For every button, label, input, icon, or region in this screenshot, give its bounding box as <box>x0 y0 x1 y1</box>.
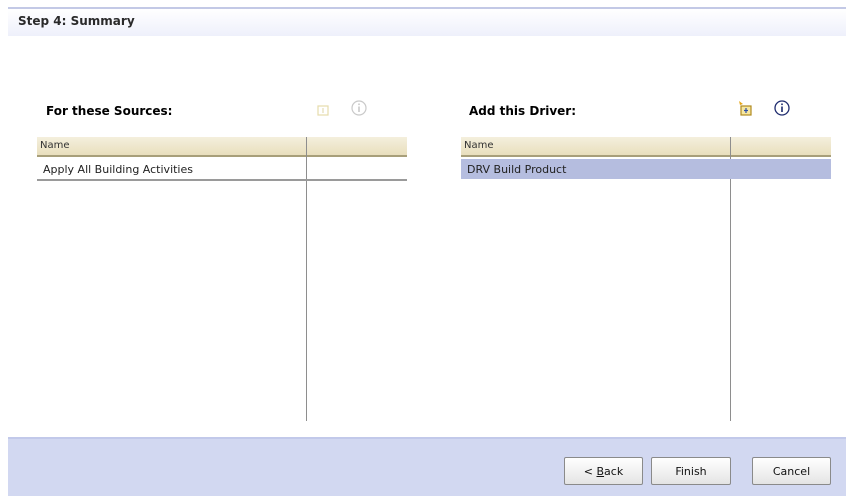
source-name-cell: Apply All Building Activities <box>43 163 193 176</box>
driver-title: Add this Driver: <box>469 104 577 118</box>
back-button[interactable]: < Back <box>564 457 643 485</box>
row-divider <box>37 179 407 181</box>
finish-button[interactable]: Finish <box>651 457 731 485</box>
info-icon <box>350 99 368 117</box>
driver-column-name[interactable]: Name <box>464 140 494 151</box>
step-header: Step 4: Summary <box>8 7 846 36</box>
column-divider <box>730 137 731 421</box>
sources-title: For these Sources: <box>46 104 173 118</box>
driver-grid: Name DRV Build Product <box>461 137 831 421</box>
back-button-prefix: < <box>583 464 597 478</box>
table-row[interactable]: DRV Build Product <box>461 159 831 179</box>
sources-column-name[interactable]: Name <box>40 140 70 151</box>
cancel-button[interactable]: Cancel <box>752 457 831 485</box>
footer-bar: < Back Finish Cancel <box>8 437 846 496</box>
back-button-mnemonic: B <box>596 464 605 478</box>
finish-button-label: Finish <box>675 464 707 478</box>
table-row[interactable]: Apply All Building Activities <box>37 159 407 179</box>
add-source-icon <box>314 99 332 117</box>
sources-grid: Name Apply All Building Activities <box>37 137 407 421</box>
driver-name-cell: DRV Build Product <box>467 163 567 176</box>
back-button-rest: ack <box>604 464 624 478</box>
info-icon[interactable] <box>773 99 791 117</box>
step-title: Step 4: Summary <box>18 14 135 28</box>
sources-grid-header: Name <box>37 137 407 157</box>
cancel-button-label: Cancel <box>772 464 811 478</box>
add-driver-icon[interactable] <box>737 99 755 117</box>
driver-grid-header: Name <box>461 137 831 157</box>
